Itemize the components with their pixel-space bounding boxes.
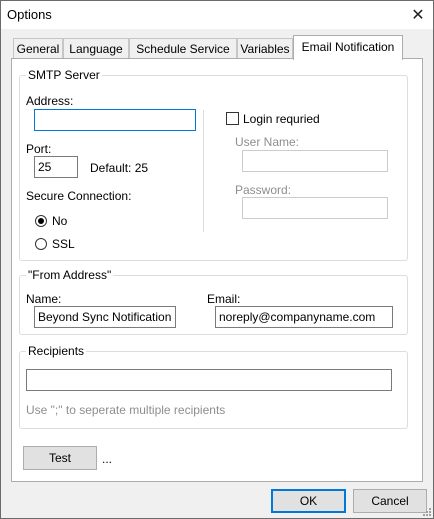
radio-secure-ssl-label[interactable]: SSL bbox=[52, 237, 75, 251]
email-notification-panel: SMTP Server Address: Port: Default: 25 S… bbox=[11, 58, 423, 482]
smtp-server-legend: SMTP Server bbox=[26, 68, 102, 82]
tab-schedule-service[interactable]: Schedule Service bbox=[129, 38, 237, 58]
recipients-input[interactable] bbox=[26, 369, 392, 391]
tab-strip: General Language Schedule Service Variab… bbox=[11, 35, 431, 60]
from-address-legend: "From Address" bbox=[26, 268, 114, 282]
title-bar: Options ✕ bbox=[1, 1, 433, 29]
resize-grip-icon[interactable] bbox=[421, 506, 431, 516]
from-address-group: "From Address" Name: Email: bbox=[19, 268, 408, 335]
tab-general[interactable]: General bbox=[13, 38, 63, 58]
login-required-checkbox[interactable] bbox=[226, 112, 239, 125]
username-input[interactable] bbox=[242, 150, 388, 172]
options-dialog: Options ✕ General Language Schedule Serv… bbox=[0, 0, 434, 519]
test-status-text: ... bbox=[102, 452, 113, 466]
port-input[interactable] bbox=[34, 156, 78, 178]
window-title: Options bbox=[7, 7, 52, 22]
password-label: Password: bbox=[235, 183, 292, 197]
address-label: Address: bbox=[26, 94, 74, 108]
from-email-label: Email: bbox=[207, 292, 241, 306]
username-label: User Name: bbox=[235, 135, 300, 149]
recipients-group: Recipients Use ";" to seperate multiple … bbox=[19, 344, 408, 429]
smtp-server-group: SMTP Server Address: Port: Default: 25 S… bbox=[19, 68, 408, 261]
from-name-input[interactable] bbox=[34, 306, 176, 328]
ok-button[interactable]: OK bbox=[271, 489, 346, 513]
password-input[interactable] bbox=[242, 197, 388, 219]
recipients-hint: Use ";" to seperate multiple recipients bbox=[26, 403, 226, 417]
port-default-text: Default: 25 bbox=[90, 161, 149, 175]
tab-language[interactable]: Language bbox=[63, 38, 129, 58]
cancel-button[interactable]: Cancel bbox=[353, 489, 427, 513]
tab-email-notification[interactable]: Email Notification bbox=[293, 35, 403, 60]
login-required-label[interactable]: Login requried bbox=[243, 112, 320, 126]
recipients-legend: Recipients bbox=[26, 344, 87, 358]
secure-connection-label: Secure Connection: bbox=[26, 189, 132, 203]
from-name-label: Name: bbox=[26, 292, 62, 306]
radio-secure-no-label[interactable]: No bbox=[52, 214, 67, 228]
test-button[interactable]: Test bbox=[23, 446, 97, 470]
radio-secure-ssl[interactable] bbox=[35, 238, 47, 250]
tab-variables[interactable]: Variables bbox=[237, 38, 293, 58]
port-label: Port: bbox=[26, 142, 52, 156]
vertical-separator bbox=[203, 110, 204, 232]
radio-secure-no[interactable] bbox=[35, 215, 47, 227]
from-email-input[interactable] bbox=[215, 306, 393, 328]
close-icon[interactable]: ✕ bbox=[403, 1, 433, 29]
address-input[interactable] bbox=[34, 109, 196, 131]
